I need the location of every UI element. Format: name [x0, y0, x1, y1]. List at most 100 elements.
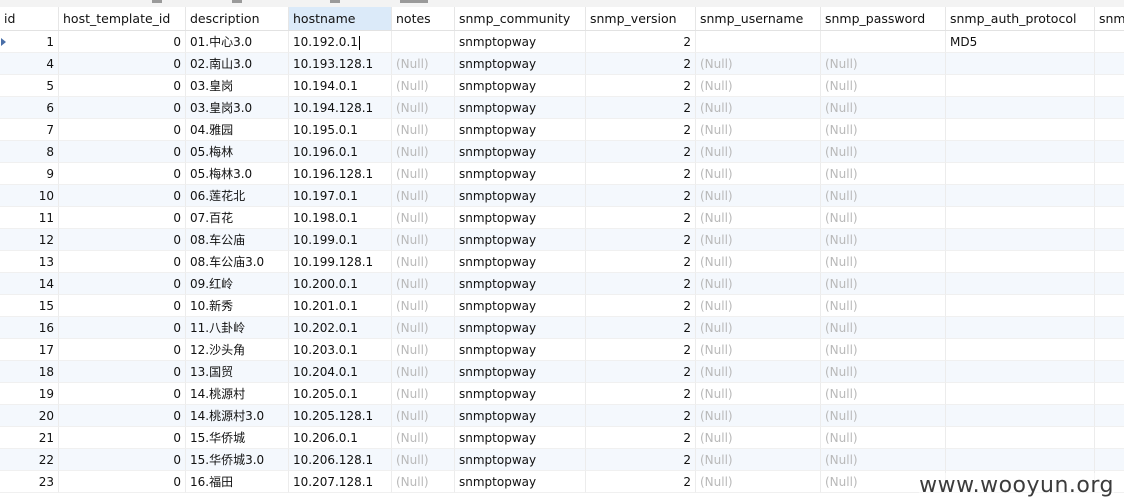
table-row[interactable]: 16 0 11.八卦岭 10.202.0.1 (Null) snmptopway 2 (Nul…: [0, 317, 1124, 339]
cell-description[interactable]: 15.华侨城3.0: [186, 449, 289, 471]
cell-id[interactable]: 20: [0, 405, 59, 427]
cell-snmp-community[interactable]: snmptopway: [455, 31, 586, 53]
cell-host-template-id[interactable]: 0: [59, 295, 186, 317]
cell-snmp-auth-protocol[interactable]: [946, 317, 1095, 339]
cell-snmp-priv[interactable]: [1095, 405, 1124, 427]
cell-host-template-id[interactable]: 0: [59, 405, 186, 427]
cell-snmp-priv[interactable]: [1095, 317, 1124, 339]
cell-snmp-priv[interactable]: [1095, 295, 1124, 317]
cell-snmp-password[interactable]: (Null): [821, 361, 946, 383]
cell-snmp-auth-protocol[interactable]: [946, 339, 1095, 361]
cell-hostname[interactable]: 10.206.128.1: [289, 449, 392, 471]
cell-id[interactable]: 10: [0, 185, 59, 207]
cell-snmp-priv[interactable]: [1095, 449, 1124, 471]
table-row[interactable]: 19 0 14.桃源村 10.205.0.1 (Null) snmptopway 2 (Nul…: [0, 383, 1124, 405]
cell-snmp-priv[interactable]: [1095, 163, 1124, 185]
cell-snmp-priv[interactable]: [1095, 361, 1124, 383]
cell-notes[interactable]: (Null): [392, 295, 455, 317]
cell-id[interactable]: 21: [0, 427, 59, 449]
cell-snmp-community[interactable]: snmptopway: [455, 229, 586, 251]
cell-snmp-auth-protocol[interactable]: [946, 75, 1095, 97]
table-row[interactable]: 6 0 03.皇岗3.0 10.194.128.1 (Null) snmptopway 2(…: [0, 97, 1124, 119]
cell-host-template-id[interactable]: 0: [59, 427, 186, 449]
table-row[interactable]: 7 0 04.雅园 10.195.0.1 (Null) snmptopway 2 (Null)…: [0, 119, 1124, 141]
cell-id[interactable]: 23: [0, 471, 59, 493]
cell-snmp-version[interactable]: 2: [586, 53, 696, 75]
cell-snmp-community[interactable]: snmptopway: [455, 207, 586, 229]
cell-host-template-id[interactable]: 0: [59, 31, 186, 53]
cell-notes[interactable]: (Null): [392, 273, 455, 295]
cell-snmp-priv[interactable]: [1095, 97, 1124, 119]
cell-notes[interactable]: (Null): [392, 53, 455, 75]
cell-host-template-id[interactable]: 0: [59, 383, 186, 405]
cell-snmp-password[interactable]: (Null): [821, 449, 946, 471]
cell-description[interactable]: 05.梅林3.0: [186, 163, 289, 185]
cell-snmp-auth-protocol[interactable]: [946, 383, 1095, 405]
cell-snmp-community[interactable]: snmptopway: [455, 251, 586, 273]
cell-host-template-id[interactable]: 0: [59, 339, 186, 361]
cell-snmp-password[interactable]: (Null): [821, 185, 946, 207]
cell-snmp-password[interactable]: (Null): [821, 207, 946, 229]
cell-host-template-id[interactable]: 0: [59, 273, 186, 295]
cell-host-template-id[interactable]: 0: [59, 229, 186, 251]
cell-hostname[interactable]: 10.202.0.1: [289, 317, 392, 339]
cell-host-template-id[interactable]: 0: [59, 185, 186, 207]
cell-snmp-auth-protocol[interactable]: [946, 273, 1095, 295]
cell-snmp-auth-protocol[interactable]: [946, 251, 1095, 273]
cell-snmp-username[interactable]: (Null): [696, 53, 821, 75]
table-row[interactable]: 15 0 10.新秀 10.201.0.1 (Null) snmptopway 2 (Null…: [0, 295, 1124, 317]
cell-hostname[interactable]: 10.198.0.1: [289, 207, 392, 229]
cell-hostname[interactable]: 10.204.0.1: [289, 361, 392, 383]
cell-description[interactable]: 05.梅林: [186, 141, 289, 163]
cell-hostname[interactable]: 10.196.128.1: [289, 163, 392, 185]
table-row[interactable]: 8 0 05.梅林 10.196.0.1 (Null) snmptopway 2 (Null)…: [0, 141, 1124, 163]
cell-snmp-version[interactable]: 2: [586, 273, 696, 295]
cell-description[interactable]: 14.桃源村3.0: [186, 405, 289, 427]
cell-snmp-version[interactable]: 2: [586, 361, 696, 383]
cell-host-template-id[interactable]: 0: [59, 471, 186, 493]
cell-hostname[interactable]: 10.205.0.1: [289, 383, 392, 405]
cell-snmp-password[interactable]: (Null): [821, 53, 946, 75]
cell-snmp-username[interactable]: (Null): [696, 471, 821, 493]
table-row[interactable]: 17 0 12.沙头角 10.203.0.1 (Null) snmptopway 2 (Nul…: [0, 339, 1124, 361]
cell-id[interactable]: 11: [0, 207, 59, 229]
cell-snmp-auth-protocol[interactable]: MD5: [946, 31, 1095, 53]
cell-description[interactable]: 13.国贸: [186, 361, 289, 383]
cell-snmp-version[interactable]: 2: [586, 119, 696, 141]
cell-snmp-priv[interactable]: [1095, 273, 1124, 295]
cell-host-template-id[interactable]: 0: [59, 163, 186, 185]
cell-snmp-auth-protocol[interactable]: [946, 97, 1095, 119]
cell-snmp-version[interactable]: 2: [586, 449, 696, 471]
cell-description[interactable]: 09.红岭: [186, 273, 289, 295]
cell-snmp-priv[interactable]: [1095, 207, 1124, 229]
cell-host-template-id[interactable]: 0: [59, 449, 186, 471]
cell-id[interactable]: 17: [0, 339, 59, 361]
cell-snmp-password[interactable]: (Null): [821, 75, 946, 97]
cell-snmp-username[interactable]: (Null): [696, 97, 821, 119]
cell-snmp-username[interactable]: (Null): [696, 75, 821, 97]
cell-hostname[interactable]: 10.194.128.1: [289, 97, 392, 119]
cell-snmp-username[interactable]: [696, 31, 821, 53]
table-row[interactable]: 18 0 13.国贸 10.204.0.1 (Null) snmptopway 2 (Null…: [0, 361, 1124, 383]
cell-snmp-priv[interactable]: [1095, 229, 1124, 251]
cell-description[interactable]: 12.沙头角: [186, 339, 289, 361]
cell-snmp-version[interactable]: 2: [586, 185, 696, 207]
cell-host-template-id[interactable]: 0: [59, 119, 186, 141]
cell-snmp-password[interactable]: (Null): [821, 119, 946, 141]
cell-snmp-auth-protocol[interactable]: [946, 119, 1095, 141]
cell-snmp-community[interactable]: snmptopway: [455, 317, 586, 339]
cell-snmp-username[interactable]: (Null): [696, 185, 821, 207]
cell-snmp-community[interactable]: snmptopway: [455, 361, 586, 383]
cell-description[interactable]: 10.新秀: [186, 295, 289, 317]
cell-hostname[interactable]: 10.193.128.1: [289, 53, 392, 75]
cell-snmp-version[interactable]: 2: [586, 229, 696, 251]
cell-snmp-community[interactable]: snmptopway: [455, 97, 586, 119]
table-row[interactable]: 22 0 15.华侨城3.0 10.206.128.1 (Null) snmptopway…: [0, 449, 1124, 471]
cell-notes[interactable]: (Null): [392, 141, 455, 163]
column-header-id[interactable]: id: [0, 7, 59, 30]
cell-hostname[interactable]: 10.199.0.1: [289, 229, 392, 251]
cell-snmp-community[interactable]: snmptopway: [455, 75, 586, 97]
cell-id[interactable]: 22: [0, 449, 59, 471]
cell-snmp-priv[interactable]: [1095, 53, 1124, 75]
cell-snmp-community[interactable]: snmptopway: [455, 163, 586, 185]
